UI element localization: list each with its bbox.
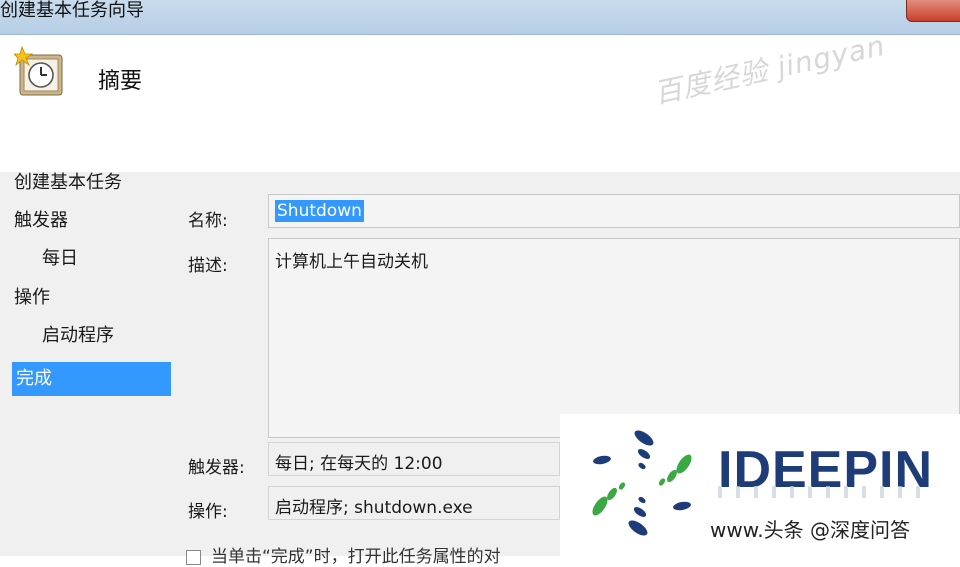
trigger-field: 每日; 在每天的 12:00 (268, 442, 560, 476)
action-label: 操作: (188, 502, 228, 522)
description-label: 描述: (188, 256, 228, 276)
action-field: 启动程序; shutdown.exe (268, 486, 560, 520)
step-daily[interactable]: 每日 (42, 245, 78, 273)
name-input[interactable]: Shutdown (268, 194, 960, 228)
ideepin-swirl-icon (592, 430, 692, 536)
trigger-label: 触发器: (188, 458, 245, 478)
task-scheduler-clock-icon (13, 45, 66, 97)
wizard-steps: 创建基本任务 触发器 每日 操作 启动程序 完成 (0, 172, 176, 556)
step-create-basic-task[interactable]: 创建基本任务 (14, 169, 122, 197)
wizard-header: 摘要 百度经验 jingyan (0, 29, 960, 172)
step-start-program[interactable]: 启动程序 (42, 322, 114, 350)
open-properties-checkbox-row[interactable]: 当单击“完成”时，打开此任务属性的对 (186, 542, 501, 567)
open-properties-checkbox[interactable] (186, 549, 201, 565)
name-input-value: Shutdown (275, 200, 364, 222)
name-label: 名称: (188, 211, 228, 231)
page-heading: 摘要 (98, 69, 143, 94)
source-watermark: www.头条 @深度问答 (710, 518, 910, 542)
step-action[interactable]: 操作 (14, 284, 50, 312)
brand-reflection (718, 486, 928, 498)
description-value: 计算机上午自动关机 (275, 252, 428, 272)
window-title: 创建基本任务向导 (0, 0, 144, 21)
step-trigger[interactable]: 触发器 (14, 207, 68, 235)
ideepin-logo-overlay: IDEEPIN www.头条 @深度问答 (560, 414, 960, 556)
description-textarea[interactable]: 计算机上午自动关机 (268, 238, 960, 438)
watermark: 百度经验 jingyan (651, 28, 889, 111)
trigger-value: 每日; 在每天的 12:00 (275, 454, 443, 474)
title-bar: 创建基本任务向导 (0, 0, 960, 35)
action-value: 启动程序; shutdown.exe (275, 498, 473, 518)
open-properties-checkbox-label: 当单击“完成”时，打开此任务属性的对 (211, 547, 501, 567)
close-button[interactable] (906, 0, 960, 22)
step-finish[interactable]: 完成 (12, 362, 171, 396)
